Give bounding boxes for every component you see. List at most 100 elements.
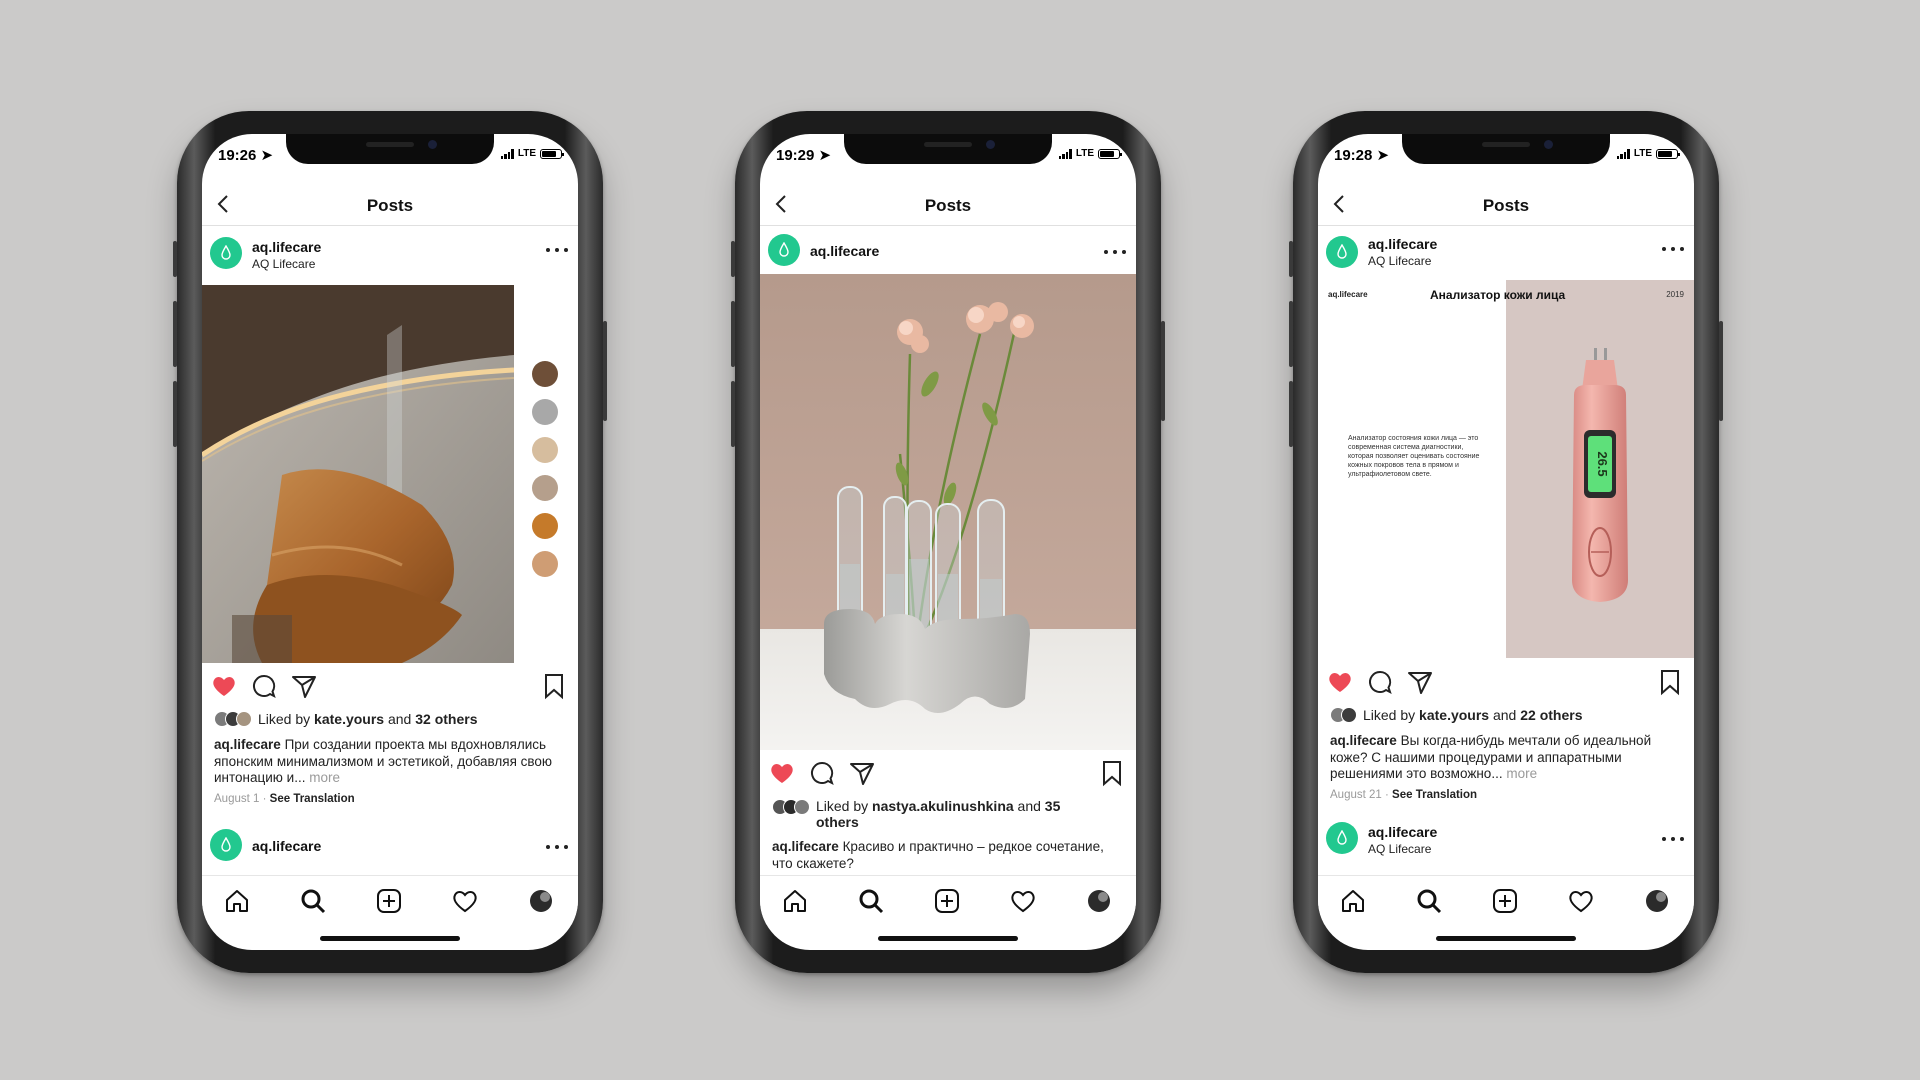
device-reading: 26.5 — [1595, 451, 1610, 476]
heart-filled-icon[interactable] — [1326, 668, 1354, 696]
post-actions — [1318, 664, 1694, 700]
paper-plane-icon[interactable] — [290, 672, 318, 700]
search-icon[interactable] — [856, 886, 886, 916]
skin-analyzer-device: 26.5 — [1572, 348, 1628, 602]
activity-heart-icon[interactable] — [450, 886, 480, 916]
volume-up-button — [1289, 301, 1293, 367]
home-icon[interactable] — [1338, 886, 1368, 916]
power-button — [603, 321, 607, 421]
add-post-icon[interactable] — [1490, 886, 1520, 916]
post-caption: aq.lifecare При создании проекта мы вдох… — [214, 737, 553, 785]
likes-summary[interactable]: Liked by kate.yours and 22 others — [1330, 707, 1582, 723]
home-indicator[interactable] — [878, 936, 1018, 941]
post-image[interactable] — [760, 274, 1136, 750]
heart-filled-icon[interactable] — [768, 759, 796, 787]
app-header: Posts — [760, 182, 1136, 226]
liker-avatars — [1330, 707, 1357, 723]
more-dots-icon[interactable] — [1662, 832, 1684, 846]
add-post-icon[interactable] — [374, 886, 404, 916]
post-image[interactable]: aq.lifecare Анализатор кожи лица Анализа… — [1318, 280, 1694, 658]
image-brand: aq.lifecare — [1328, 290, 1368, 299]
post-header: aq.lifecare AQ Lifecare — [1318, 226, 1694, 278]
signal-icon — [500, 148, 514, 159]
more-dots-icon[interactable] — [1104, 245, 1126, 259]
power-button — [1719, 321, 1723, 421]
likes-summary[interactable]: Liked by kate.yours and 32 others — [214, 711, 477, 727]
signal-icon — [1058, 148, 1072, 159]
more-dots-icon[interactable] — [546, 840, 568, 854]
mute-switch — [731, 241, 735, 277]
caption-username[interactable]: aq.lifecare — [214, 737, 281, 752]
comment-icon[interactable] — [808, 759, 836, 787]
activity-heart-icon[interactable] — [1008, 886, 1038, 916]
comment-icon[interactable] — [1366, 668, 1394, 696]
post-username[interactable]: aq.lifecare — [252, 838, 321, 854]
chair-photo — [202, 285, 514, 663]
post-username[interactable]: aq.lifecare — [252, 239, 321, 255]
bookmark-icon[interactable] — [1656, 668, 1684, 696]
volume-up-button — [173, 301, 177, 367]
comment-icon[interactable] — [250, 672, 278, 700]
avatar[interactable] — [768, 234, 800, 266]
post-username[interactable]: aq.lifecare — [1368, 236, 1437, 252]
next-post-header: aq.lifecare — [202, 821, 578, 873]
palette-swatch — [532, 551, 558, 577]
more-link[interactable]: more — [309, 770, 340, 785]
notch — [286, 134, 494, 164]
bookmark-icon[interactable] — [540, 672, 568, 700]
post-subtitle: AQ Lifecare — [1368, 254, 1432, 268]
caption-username[interactable]: aq.lifecare — [772, 839, 839, 854]
palette-swatch — [532, 399, 558, 425]
profile-avatar-icon[interactable] — [1642, 886, 1672, 916]
profile-avatar-icon[interactable] — [526, 886, 556, 916]
profile-avatar-icon[interactable] — [1084, 886, 1114, 916]
post-header: aq.lifecare — [760, 227, 1136, 273]
post-caption: aq.lifecare Красиво и практично – редкое… — [772, 839, 1104, 871]
more-dots-icon[interactable] — [1662, 242, 1684, 256]
post-username[interactable]: aq.lifecare — [1368, 824, 1437, 840]
volume-up-button — [731, 301, 735, 367]
see-translation-link[interactable]: See Translation — [1392, 789, 1477, 801]
avatar[interactable] — [210, 237, 242, 269]
volume-down-button — [1289, 381, 1293, 447]
add-post-icon[interactable] — [932, 886, 962, 916]
likes-summary[interactable]: Liked by nastya.akulinushkina and 35 oth… — [772, 798, 1102, 830]
app-header: Posts — [202, 182, 578, 226]
avatar[interactable] — [1326, 236, 1358, 268]
network-label: LTE — [1633, 148, 1652, 159]
post-subtitle: AQ Lifecare — [1368, 842, 1432, 856]
avatar[interactable] — [1326, 822, 1358, 854]
signal-icon — [1616, 148, 1630, 159]
caption-username[interactable]: aq.lifecare — [1330, 733, 1397, 748]
home-icon[interactable] — [222, 886, 252, 916]
status-time: 19:28 ➤ — [1334, 147, 1390, 164]
see-translation-link[interactable]: See Translation — [270, 793, 355, 805]
battery-icon — [1656, 148, 1680, 159]
more-link[interactable]: more — [1506, 766, 1537, 781]
page-title: Posts — [366, 196, 414, 215]
home-indicator[interactable] — [320, 936, 460, 941]
home-indicator[interactable] — [1436, 936, 1576, 941]
drop-logo-icon — [1337, 830, 1347, 845]
post-username[interactable]: aq.lifecare — [810, 243, 879, 259]
phone-2-screen: 19:29 ➤ LTE Posts aq.lifecare Liked by n… — [760, 134, 1136, 950]
network-label: LTE — [517, 148, 536, 159]
bookmark-icon[interactable] — [1098, 759, 1126, 787]
image-text: Анализатор состояния кожи лица — это сов… — [1348, 435, 1480, 478]
post-image[interactable] — [202, 285, 578, 663]
search-icon[interactable] — [298, 886, 328, 916]
paper-plane-icon[interactable] — [1406, 668, 1434, 696]
notch — [844, 134, 1052, 164]
home-icon[interactable] — [780, 886, 810, 916]
tab-bar — [1318, 875, 1694, 925]
avatar[interactable] — [210, 829, 242, 861]
search-icon[interactable] — [1414, 886, 1444, 916]
heart-filled-icon[interactable] — [210, 672, 238, 700]
notch — [1402, 134, 1610, 164]
phone-3-screen: 19:28 ➤ LTE Posts aq.lifecare AQ Lifecar… — [1318, 134, 1694, 950]
activity-heart-icon[interactable] — [1566, 886, 1596, 916]
more-dots-icon[interactable] — [546, 243, 568, 257]
volume-down-button — [173, 381, 177, 447]
paper-plane-icon[interactable] — [848, 759, 876, 787]
battery-icon — [1098, 148, 1122, 159]
